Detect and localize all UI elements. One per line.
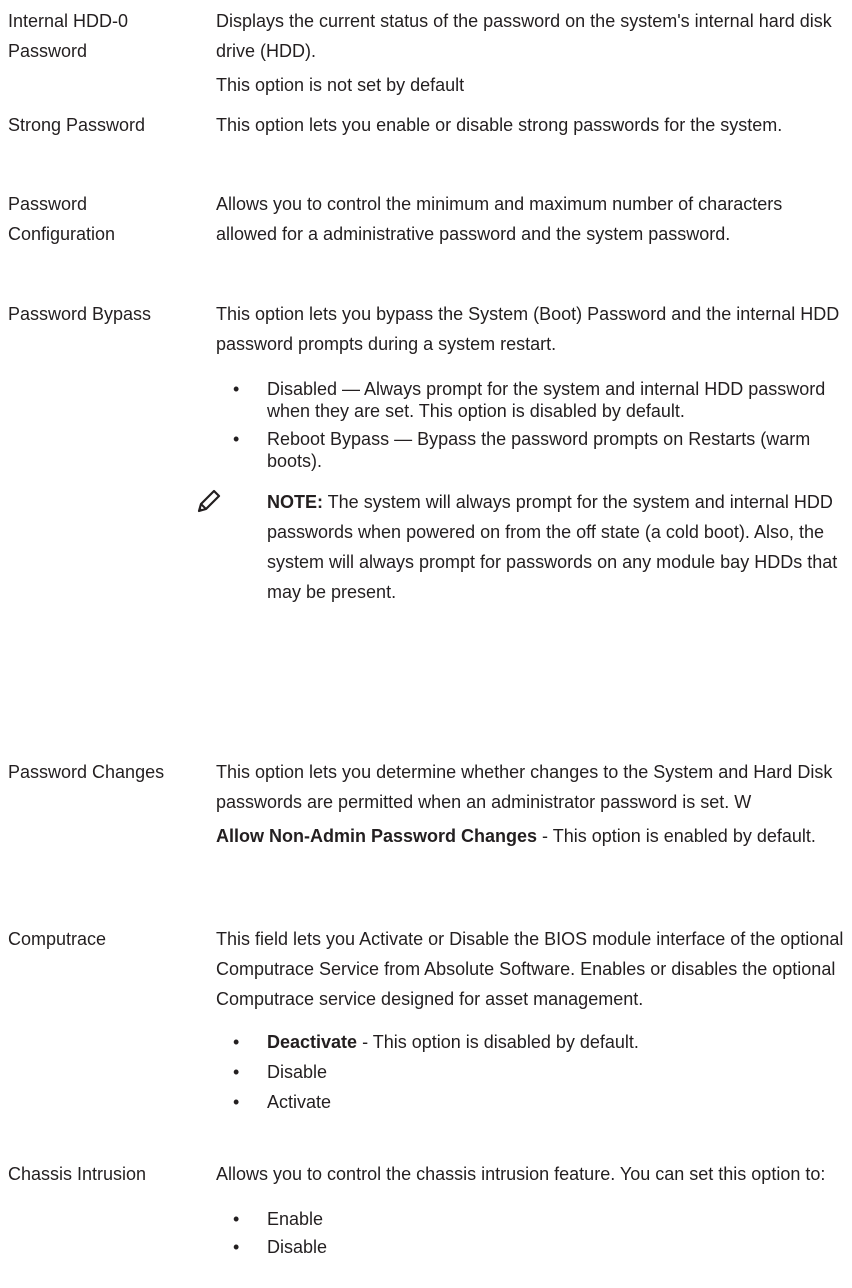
setting-term: Chassis Intrusion	[8, 1164, 147, 1184]
bullet-icon: •	[233, 1032, 240, 1052]
bullet-icon: •	[233, 1062, 240, 1082]
note-text: The system will always prompt for the sy…	[267, 492, 838, 602]
setting-term: Computrace	[8, 929, 107, 949]
list-item: • Disable	[233, 1062, 328, 1082]
bullet-icon: •	[233, 1092, 240, 1112]
list-item: • Disabled — Always prompt for the system…	[233, 379, 826, 421]
option-name: Allow Non-Admin Password Changes	[216, 826, 538, 846]
description-paragraph: This field lets you Activate or Disable …	[216, 929, 844, 1009]
setting-description: This field lets you Activate or Disable …	[216, 924, 844, 1113]
list-item: • Reboot Bypass — Bypass the password pro…	[233, 429, 811, 471]
setting-term: Password Configuration	[8, 194, 116, 244]
option-list: • Disabled — Always prompt for the system…	[216, 378, 844, 472]
setting-description: Allows you to control the chassis intrus…	[216, 1159, 844, 1258]
list-item: • Enable	[233, 1209, 324, 1229]
setting-description: This option lets you bypass the System (…	[197, 299, 844, 607]
setting-term: Password Changes	[8, 762, 165, 782]
setting-term: Internal HDD-0 Password	[8, 11, 129, 61]
description-paragraph: This option lets you bypass the System (…	[216, 304, 840, 354]
pencil-note-icon	[197, 489, 221, 513]
description-paragraph: Allow Non-Admin Password Changes - This …	[216, 826, 816, 846]
description-paragraph: Allows you to control the minimum and ma…	[216, 194, 783, 244]
list-item: • Deactivate - This option is disabled by…	[233, 1032, 639, 1052]
note-block: NOTE: The system will always prompt for …	[197, 487, 844, 607]
bullet-icon: •	[233, 1237, 240, 1257]
bullet-icon: •	[233, 429, 240, 449]
setting-description: Allows you to control the minimum and ma…	[216, 189, 844, 249]
list-item: • Disable	[233, 1237, 328, 1257]
setting-description: This option lets you enable or disable s…	[216, 110, 844, 140]
setting-term: Password Bypass	[8, 304, 152, 324]
note-label: NOTE:	[267, 492, 323, 512]
description-paragraph: This option lets you enable or disable s…	[216, 115, 783, 135]
bios-settings-document: Internal HDD-0 Password Displays the cur…	[0, 0, 852, 1288]
list-item: • Activate	[233, 1092, 332, 1112]
bullet-icon: •	[233, 1209, 240, 1229]
option-list: • Enable • Disable	[216, 1208, 844, 1258]
description-paragraph: This option lets you determine whether c…	[216, 762, 833, 812]
setting-description: Displays the current status of the passw…	[216, 6, 844, 100]
description-paragraph: This option is not set by default	[216, 75, 465, 95]
setting-description: This option lets you determine whether c…	[216, 757, 844, 851]
bullet-icon: •	[233, 379, 240, 399]
option-list: • Deactivate - This option is disabled by…	[216, 1031, 844, 1113]
description-paragraph: Allows you to control the chassis intrus…	[216, 1164, 826, 1184]
description-paragraph: Displays the current status of the passw…	[216, 11, 832, 61]
setting-term: Strong Password	[8, 115, 146, 135]
